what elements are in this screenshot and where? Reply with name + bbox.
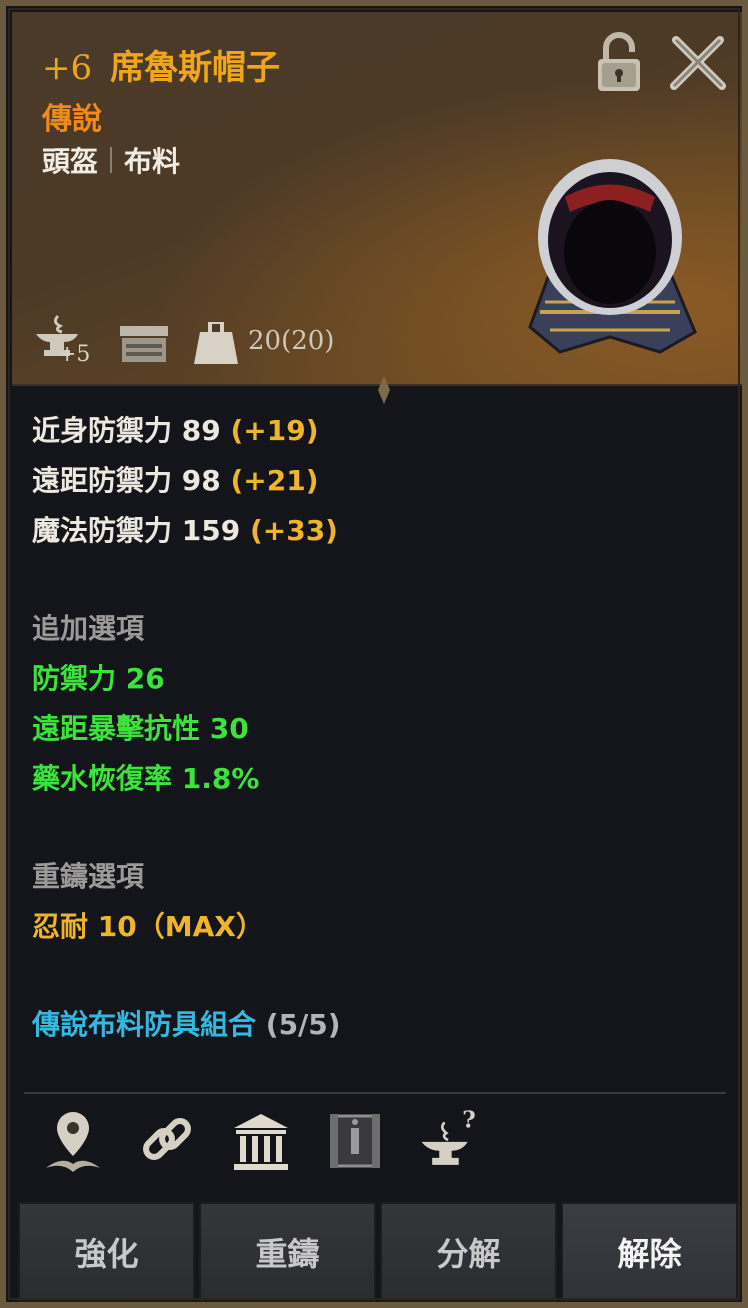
- stat-label: 魔法防禦力 159: [32, 514, 241, 547]
- item-header: +6 席魯斯帽子 傳說 頭盔 布料 +5 20(20): [12, 12, 742, 404]
- extra-option: 防禦力 26: [32, 662, 165, 695]
- item-grade: 傳說: [42, 102, 102, 137]
- enhance-button[interactable]: 強化: [18, 1202, 195, 1302]
- reforge-level: +5: [58, 342, 91, 367]
- extra-options-title: 追加選項: [32, 612, 145, 645]
- item-material: 布料: [124, 145, 181, 178]
- stat-magic-defense: 魔法防禦力 159 (+33): [32, 506, 722, 556]
- divider-ornament: [378, 376, 390, 404]
- set-name: 傳說布料防具組合: [32, 1008, 257, 1041]
- extra-option: 藥水恢復率 1.8%: [32, 762, 260, 795]
- chain-link-icon[interactable]: [136, 1106, 198, 1176]
- reforge-button[interactable]: 重鑄: [199, 1202, 376, 1302]
- item-slot: 頭盔: [42, 145, 99, 178]
- reforge-options-title: 重鑄選項: [32, 860, 145, 893]
- stat-bonus: (+33): [249, 514, 338, 547]
- location-pin-icon[interactable]: [42, 1106, 104, 1176]
- reforge-option: 忍耐 10（MAX）: [32, 910, 264, 943]
- item-category-row: 頭盔 布料: [42, 140, 180, 180]
- set-count: (5/5): [265, 1008, 341, 1041]
- weight-value: 20(20): [248, 326, 335, 356]
- category-separator: [110, 147, 113, 173]
- unequip-button[interactable]: 解除: [561, 1202, 738, 1302]
- item-name: 席魯斯帽子: [110, 48, 281, 88]
- item-stats: 近身防禦力 89 (+19) 遠距防禦力 98 (+21) 魔法防禦力 159 …: [32, 406, 722, 1050]
- enhance-level: +6: [42, 48, 93, 88]
- anvil-question-icon[interactable]: ?: [418, 1106, 480, 1176]
- stat-bonus: (+19): [230, 414, 319, 447]
- item-attributes-row: +5 20(20): [30, 312, 334, 370]
- stat-label: 遠距防禦力 98: [32, 464, 221, 497]
- action-buttons: 強化 重鑄 分解 解除: [18, 1202, 738, 1302]
- extra-option: 遠距暴擊抗性 30: [32, 712, 249, 745]
- weight-icon: [194, 322, 238, 364]
- stat-bonus: (+21): [230, 464, 319, 497]
- reforge-anvil-badge: +5: [30, 312, 98, 370]
- section-divider: [24, 1092, 726, 1094]
- scroll-info-icon[interactable]: [324, 1106, 386, 1176]
- set-bonus[interactable]: 傳說布料防具組合 (5/5): [32, 1000, 722, 1050]
- item-tooltip-panel: +6 席魯斯帽子 傳說 頭盔 布料 +5 20(20) 近身防禦力 89 (+1…: [0, 0, 748, 1308]
- stat-melee-defense: 近身防禦力 89 (+19): [32, 406, 722, 456]
- padlock-unlocked-icon[interactable]: [592, 32, 646, 94]
- stat-label: 近身防禦力 89: [32, 414, 221, 447]
- item-action-icons: ?: [42, 1106, 480, 1176]
- stat-ranged-defense: 遠距防禦力 98 (+21): [32, 456, 722, 506]
- hood-item-image: [528, 159, 697, 354]
- decompose-button[interactable]: 分解: [380, 1202, 557, 1302]
- close-x-icon[interactable]: [668, 34, 728, 94]
- storage-chest-icon: [120, 326, 168, 362]
- item-title: +6 席魯斯帽子: [42, 40, 280, 89]
- bank-building-icon[interactable]: [230, 1106, 292, 1176]
- svg-text:?: ?: [462, 1107, 476, 1134]
